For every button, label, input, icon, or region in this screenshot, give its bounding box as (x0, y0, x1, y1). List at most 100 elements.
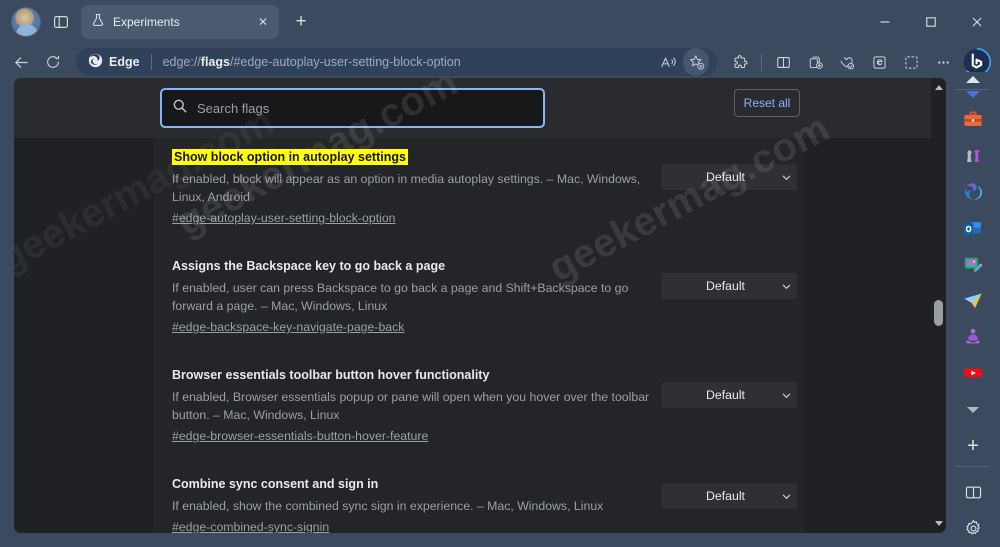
flag-row: Show block option in autoplay settings I… (154, 138, 805, 239)
flag-title: Browser essentials toolbar button hover … (172, 368, 490, 382)
url-prefix: edge:// (162, 55, 201, 69)
flag-description: If enabled, user can press Backspace to … (172, 281, 629, 313)
browser-essentials-icon[interactable] (832, 48, 862, 76)
sidebar-item-tools[interactable] (958, 108, 988, 133)
right-gutter (805, 138, 931, 533)
flag-description: If enabled, block will appear as an opti… (172, 172, 641, 204)
close-button[interactable] (954, 0, 1000, 44)
flask-icon (91, 13, 105, 32)
flag-permalink[interactable]: #edge-browser-essentials-button-hover-fe… (172, 429, 428, 443)
flag-row: Browser essentials toolbar button hover … (154, 348, 805, 457)
window-controls (862, 0, 1000, 44)
flags-body: Show block option in autoplay settings I… (14, 138, 931, 533)
omnibox-divider (150, 54, 152, 70)
browser-tab[interactable]: Experiments ✕ (81, 5, 279, 39)
sidebar-item-games[interactable] (958, 144, 988, 169)
search-icon (172, 98, 188, 119)
sidebar-add-label: + (967, 434, 979, 457)
flag-description: If enabled, show the combined sync sign … (172, 499, 604, 513)
flag-permalink[interactable]: #edge-backspace-key-navigate-page-back (172, 320, 404, 334)
flag-description: If enabled, Browser essentials popup or … (172, 390, 650, 422)
flag-title: Combine sync consent and sign in (172, 477, 379, 491)
page-viewport: Search flags Reset all Show block option… (14, 78, 946, 533)
scroll-down-icon[interactable] (931, 516, 946, 531)
split-screen-icon[interactable] (768, 48, 798, 76)
sidebar-item-youtube[interactable] (958, 361, 988, 386)
url-bold: flags (200, 55, 230, 69)
flag-title: Show block option in autoplay settings (172, 149, 408, 165)
tools-icon (964, 111, 982, 127)
search-input[interactable]: Search flags (160, 88, 545, 128)
new-tab-button[interactable]: + (287, 8, 315, 36)
address-bar[interactable]: Edge edge://flags/#edge-autoplay-user-se… (76, 48, 717, 76)
sidebar-scroll-up-icon[interactable] (946, 72, 1000, 87)
telegram-icon (964, 293, 982, 308)
youtube-icon (964, 368, 982, 378)
edge-sidebar: + (946, 72, 1000, 547)
designer-icon (964, 257, 983, 272)
sidebar-item-designer[interactable] (958, 252, 988, 277)
collections-icon[interactable] (800, 48, 830, 76)
reset-all-button[interactable]: Reset all (734, 89, 800, 117)
search-placeholder: Search flags (197, 100, 270, 116)
chevron-down-icon (775, 281, 797, 292)
back-icon[interactable] (6, 48, 36, 76)
games-icon (967, 150, 980, 163)
browser-window: Experiments ✕ + Edge edge://flags/#edge-… (0, 0, 1000, 547)
flag-state-value: Default (706, 170, 745, 184)
tab-close-icon[interactable]: ✕ (253, 12, 273, 32)
profile-avatar[interactable] (11, 7, 41, 37)
flag-row: Assigns the Backspace key to go back a p… (154, 239, 805, 348)
minimize-button[interactable] (862, 0, 908, 44)
flag-row: Combine sync consent and sign in If enab… (154, 457, 805, 533)
flag-state-select[interactable]: Default (662, 382, 797, 408)
outlook-icon (963, 221, 981, 235)
extensions-icon[interactable] (725, 48, 755, 76)
chevron-down-icon (775, 172, 797, 183)
tab-title: Experiments (113, 15, 180, 29)
flag-state-value: Default (706, 388, 745, 402)
sidebar-item-meditation[interactable] (958, 325, 988, 350)
edge-brand: Edge (88, 53, 140, 71)
toolbar-divider (761, 53, 762, 71)
read-aloud-icon[interactable] (655, 48, 681, 76)
add-favorite-icon[interactable] (683, 48, 709, 76)
maximize-button[interactable] (908, 0, 954, 44)
flag-state-value: Default (706, 489, 745, 503)
sidebar-item-telegram[interactable] (958, 288, 988, 313)
sidebar-divider-2 (956, 465, 990, 467)
sidebar-show-more-icon[interactable] (958, 397, 988, 422)
edge-logo-icon (88, 53, 103, 71)
tab-actions-icon[interactable] (47, 8, 75, 36)
meditation-icon (966, 328, 980, 344)
sidebar-item-microsoft365[interactable] (958, 180, 988, 205)
flag-title: Assigns the Backspace key to go back a p… (172, 259, 446, 273)
flag-state-value: Default (706, 279, 745, 293)
browser-toolbar: Edge edge://flags/#edge-autoplay-user-se… (0, 44, 1000, 80)
url-suffix: /#edge-autoplay-user-setting-block-optio… (229, 55, 461, 69)
sidebar-item-outlook[interactable] (958, 216, 988, 241)
edge-brand-label: Edge (109, 55, 140, 69)
scrollbar-thumb[interactable] (934, 300, 943, 326)
flag-state-select[interactable]: Default (662, 164, 797, 190)
flags-page: Search flags Reset all Show block option… (14, 78, 931, 533)
flags-list: Show block option in autoplay settings I… (154, 138, 805, 533)
flag-state-select[interactable]: Default (662, 273, 797, 299)
chevron-down-icon (775, 491, 797, 502)
sidebar-scroll-down-icon[interactable] (946, 87, 1000, 102)
screenshot-icon[interactable] (896, 48, 926, 76)
refresh-icon[interactable] (38, 48, 68, 76)
url-text: edge://flags/#edge-autoplay-user-setting… (163, 55, 655, 69)
flag-permalink[interactable]: #edge-combined-sync-signin (172, 520, 329, 533)
sidebar-add-button[interactable]: + (958, 433, 988, 458)
sidebar-settings-icon[interactable] (958, 516, 988, 541)
page-scrollbar[interactable] (931, 78, 946, 533)
flag-state-select[interactable]: Default (662, 483, 797, 509)
flag-permalink[interactable]: #edge-autoplay-user-setting-block-option (172, 211, 396, 225)
sidebar-split-screen-icon[interactable] (958, 480, 988, 505)
tab-strip: Experiments ✕ + (0, 0, 1000, 44)
scroll-up-icon[interactable] (931, 80, 946, 95)
ie-mode-icon[interactable] (864, 48, 894, 76)
flags-header: Search flags Reset all (14, 78, 931, 138)
left-gutter (14, 138, 154, 533)
